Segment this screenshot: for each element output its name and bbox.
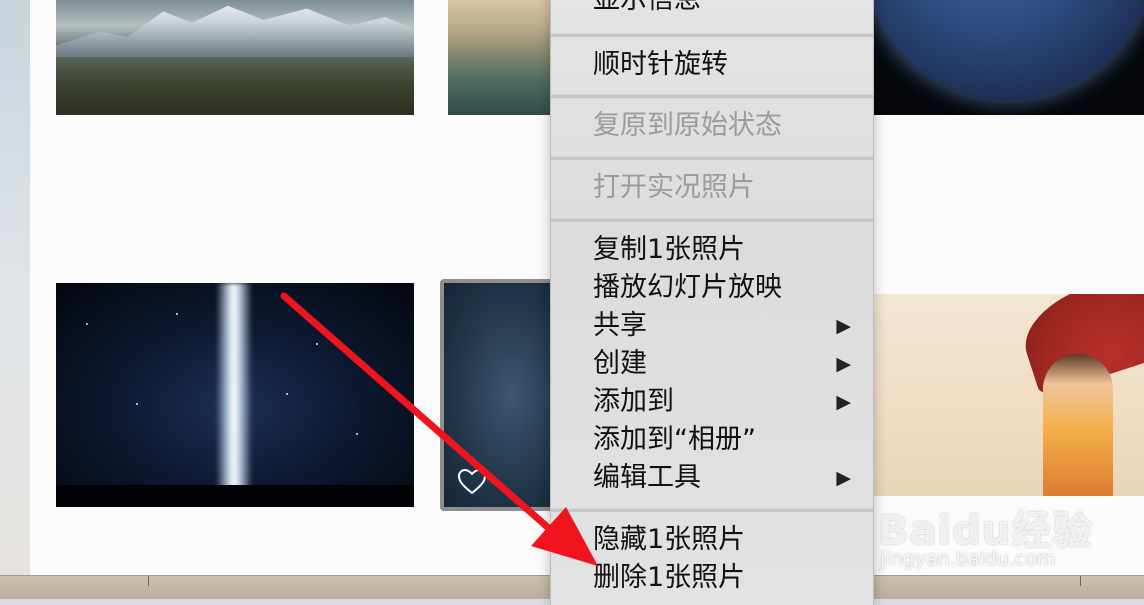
watermark-url: jingyan.baidu.com: [880, 548, 1056, 570]
star: [316, 343, 318, 345]
menu-item-create[interactable]: 创建 ▶: [551, 347, 873, 381]
menu-item-label: 播放幻灯片放映: [593, 272, 782, 303]
submenu-arrow-icon: ▶: [836, 467, 851, 489]
menu-separator: [551, 94, 873, 98]
menu-item-add-to-album[interactable]: 添加到“相册”: [551, 423, 873, 457]
dock-divider: [148, 576, 149, 586]
parasol-girl-photo[interactable]: [873, 294, 1144, 496]
submenu-arrow-icon: ▶: [836, 391, 851, 413]
menu-item-share[interactable]: 共享 ▶: [551, 309, 873, 343]
menu-separator: [551, 156, 873, 160]
light-beam-photo[interactable]: [56, 283, 414, 507]
menu-item-label: 打开实况照片: [593, 172, 755, 203]
menu-item-rotate-clockwise[interactable]: 顺时针旋转: [551, 48, 873, 82]
star: [286, 393, 288, 395]
menu-item-revert-original[interactable]: 复原到原始状态: [551, 109, 873, 143]
arch-rock-photo[interactable]: [448, 0, 550, 115]
menu-item-label: 顺时针旋转: [593, 49, 728, 80]
dock-divider: [1080, 576, 1081, 586]
menu-item-label: 编辑工具: [593, 462, 701, 493]
menu-item-hide-photo[interactable]: 隐藏1张照片: [551, 523, 873, 557]
mountain-photo[interactable]: [56, 0, 414, 115]
menu-separator: [551, 218, 873, 222]
menu-item-slideshow[interactable]: 播放幻灯片放映: [551, 271, 873, 305]
star: [356, 433, 358, 435]
light-beam: [216, 283, 252, 493]
submenu-arrow-icon: ▶: [836, 315, 851, 337]
menu-item-show-info[interactable]: 显示信息: [551, 0, 873, 17]
menu-item-duplicate[interactable]: 复制1张照片: [551, 233, 873, 267]
menu-item-label: 共享: [593, 310, 647, 341]
menu-item-label: 显示信息: [593, 0, 701, 15]
mountain-peaks: [56, 5, 414, 57]
context-menu: 显示信息 顺时针旋转 复原到原始状态 打开实况照片 复制1张照片 播放幻灯片放映…: [550, 0, 874, 605]
menu-item-label: 复原到原始状态: [593, 110, 782, 141]
menu-item-label: 添加到“相册”: [593, 424, 756, 455]
menu-separator: [551, 508, 873, 512]
menu-item-label: 复制1张照片: [593, 234, 746, 265]
girl-figure: [1043, 354, 1113, 496]
window-left-edge: [0, 0, 31, 575]
menu-item-label: 添加到: [593, 386, 674, 417]
planet-shape: [873, 0, 1144, 100]
baidu-watermark: Baidu经验 jingyan.baidu.com: [878, 478, 1092, 578]
star: [136, 403, 138, 405]
planet-photo[interactable]: [873, 0, 1144, 115]
menu-item-label: 删除1张照片: [593, 562, 746, 593]
star: [176, 313, 178, 315]
menu-item-label: 创建: [593, 348, 647, 379]
menu-separator: [551, 33, 873, 37]
menu-item-label: 隐藏1张照片: [593, 524, 746, 555]
submenu-arrow-icon: ▶: [836, 353, 851, 375]
ground-silhouette: [56, 485, 414, 507]
menu-item-delete-photo[interactable]: 删除1张照片: [551, 561, 873, 595]
selected-night-photo[interactable]: [440, 279, 560, 511]
heart-icon[interactable]: [458, 469, 486, 495]
menu-item-edit-tools[interactable]: 编辑工具 ▶: [551, 461, 873, 495]
star: [86, 323, 88, 325]
menu-item-add-to[interactable]: 添加到 ▶: [551, 385, 873, 419]
menu-item-open-live-photo[interactable]: 打开实况照片: [551, 171, 873, 205]
